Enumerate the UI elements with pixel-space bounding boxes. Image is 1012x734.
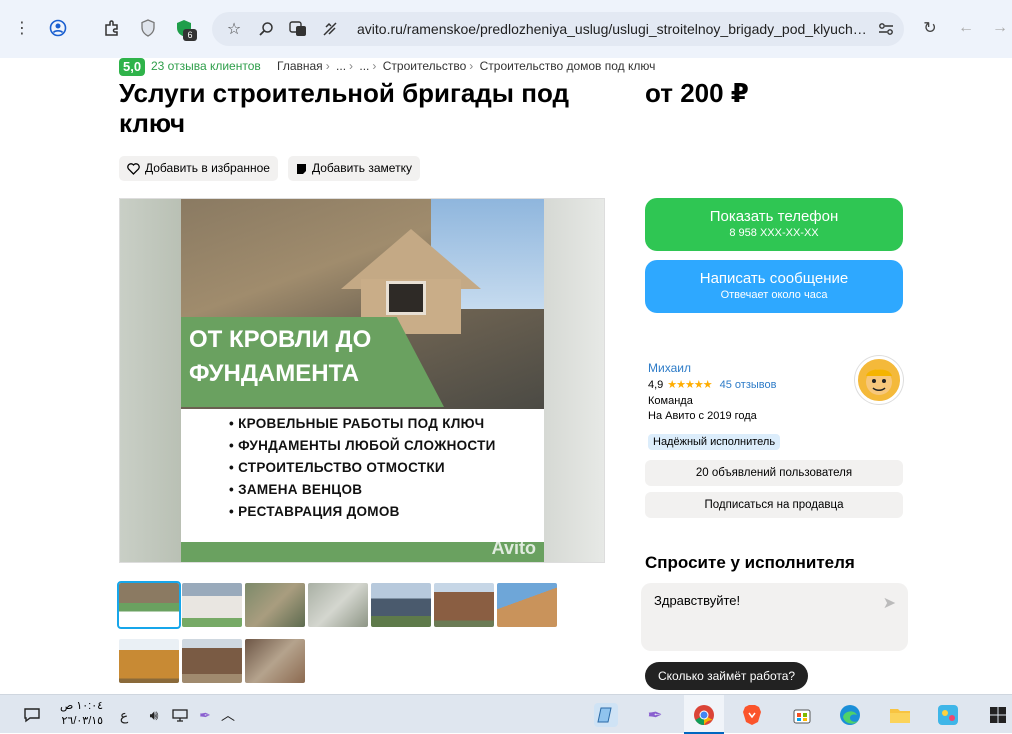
address-bar[interactable]: ☆ avito.ru/ramenskoe/predlozheniya_uslug… (212, 12, 904, 46)
edge-icon[interactable] (838, 703, 862, 727)
bookmark-star-icon[interactable]: ☆ (222, 17, 246, 41)
services-list: КРОВЕЛЬНЫЕ РАБОТЫ ПОД КЛЮЧ ФУНДАМЕНТЫ ЛЮ… (229, 413, 496, 523)
translate-icon[interactable] (286, 17, 310, 41)
seller-name[interactable]: Михаил (648, 361, 691, 375)
page-title: Услуги строительной бригады под ключ (119, 78, 569, 138)
service-item: СТРОИТЕЛЬСТВО ОТМОСТКИ (229, 457, 496, 479)
taskbar: ١٠:٠٤ ص ٢٦/٠٣/١٥ ع 🔊︎ ✒ ︿ ✒ (0, 694, 1012, 734)
clock-time: ١٠:٠٤ ص (60, 700, 104, 712)
game-app-icon[interactable] (936, 703, 960, 727)
note-icon (297, 163, 306, 174)
network-icon[interactable] (168, 703, 192, 727)
reviews-link[interactable]: 23 отзыва клиентов (151, 59, 261, 73)
notepad-icon[interactable] (594, 703, 618, 727)
house-window (386, 281, 426, 315)
brave-icon[interactable] (740, 703, 764, 727)
seller-type: Команда (648, 395, 693, 407)
url-text[interactable]: avito.ru/ramenskoe/predlozheniya_uslug/u… (357, 21, 867, 37)
thumbnail[interactable] (182, 583, 242, 627)
clock[interactable]: ١٠:٠٤ ص ٢٦/٠٣/١٥ (60, 699, 103, 729)
page-content: 5,0 23 отзыва клиентов Главная › ... › ...… (0, 58, 1012, 694)
subscribe-seller-button[interactable]: Подписаться на продавца (645, 492, 903, 518)
zoom-icon[interactable] (254, 17, 278, 41)
seller-listings-button[interactable]: 20 объявлений пользователя (645, 460, 903, 486)
avito-watermark: Avito (491, 538, 536, 558)
breadcrumb-item[interactable]: ... (359, 59, 369, 73)
ask-message-input[interactable]: Здравствуйте! ➤ (641, 583, 908, 651)
file-explorer-icon[interactable] (888, 703, 912, 727)
ask-message-text[interactable]: Здравствуйте! (654, 593, 740, 608)
add-note-button[interactable]: Добавить заметку (288, 156, 420, 181)
windows-start-icon[interactable] (986, 703, 1010, 727)
tune-icon[interactable] (874, 17, 898, 41)
seller-avatar[interactable] (855, 356, 903, 404)
service-item: КРОВЕЛЬНЫЕ РАБОТЫ ПОД КЛЮЧ (229, 413, 496, 435)
thumbnail[interactable] (119, 639, 179, 683)
star-rating-icon: ★★★★★ (667, 379, 712, 391)
add-favorite-label: Добавить в избранное (145, 161, 270, 175)
quick-question-chip[interactable]: Сколько займёт работа? (645, 662, 809, 690)
feather-icon[interactable]: ✒ (193, 703, 217, 727)
chevron-up-icon[interactable]: ︿ (216, 703, 240, 727)
profile-icon[interactable] (46, 16, 70, 40)
menu-dots-icon[interactable]: ⋮ (10, 16, 34, 40)
chrome-icon[interactable] (692, 703, 716, 727)
heart-icon (127, 162, 140, 175)
shield-extension-icon[interactable] (136, 16, 160, 40)
browser-toolbar: ⋮ 6 ☆ avito.ru/ramenskoe/predlozheniya_u… (0, 0, 1012, 58)
service-item: РЕСТАВРАЦИЯ ДОМОВ (229, 501, 496, 523)
quill-app-icon[interactable]: ✒ (643, 703, 667, 727)
bottom-strip (181, 542, 544, 562)
breadcrumb-construction[interactable]: Строительство (383, 59, 467, 73)
thumbnail[interactable] (371, 583, 431, 627)
extensions-icon[interactable] (100, 16, 124, 40)
ask-section-title: Спросите у исполнителя (645, 553, 855, 572)
reply-time: Отвечает около часа (720, 289, 828, 301)
input-language[interactable]: ع (112, 703, 136, 727)
breadcrumb-home[interactable]: Главная (277, 59, 323, 73)
site-settings-icon[interactable] (318, 17, 342, 41)
gallery-next-area[interactable] (542, 199, 604, 562)
seller-rating-value: 4,9 (648, 379, 664, 391)
seller-since: На Авито с 2019 года (648, 410, 757, 422)
service-item: ФУНДАМЕНТЫ ЛЮБОЙ СЛОЖНОСТИ (229, 435, 496, 457)
add-note-label: Добавить заметку (312, 161, 412, 175)
thumbnail[interactable] (308, 583, 368, 627)
thumbnail[interactable] (245, 639, 305, 683)
seller-reviews-link[interactable]: 45 отзывов (720, 379, 777, 391)
service-item: ЗАМЕНА ВЕНЦОВ (229, 479, 496, 501)
notification-icon[interactable] (20, 703, 44, 727)
gallery-prev-area[interactable] (120, 199, 182, 562)
extension-badge-count: 6 (183, 29, 197, 41)
breadcrumb: Главная › ... › ... › Строительство › Строит… (277, 59, 656, 73)
thumbnail[interactable] (117, 581, 181, 629)
reliable-badge: Надёжный исполнитель (648, 434, 781, 450)
volume-icon[interactable]: 🔊︎ (142, 703, 166, 727)
reload-icon[interactable]: ↻ (918, 16, 942, 40)
write-message-label: Написать сообщение (699, 270, 849, 287)
thumbnail[interactable] (497, 583, 557, 627)
breadcrumb-house-building[interactable]: Строительство домов под ключ (480, 59, 656, 73)
main-photo[interactable]: ОТ КРОВЛИ ДО ФУНДАМЕНТА КРОВЕЛЬНЫЕ РАБОТ… (181, 199, 544, 562)
price: от 200 ₽ (645, 78, 749, 108)
clock-date: ٢٦/٠٣/١٥ (61, 715, 104, 727)
rating-badge: 5,0 (119, 58, 146, 76)
seller-rating-row: 4,9 ★★★★★ 45 отзывов (648, 378, 776, 391)
photo-headline: ОТ КРОВЛИ ДО ФУНДАМЕНТА (189, 326, 372, 387)
breadcrumb-item[interactable]: ... (336, 59, 346, 73)
phone-masked: 8 958 XXX-XX-XX (729, 227, 819, 239)
show-phone-button[interactable]: Показать телефон 8 958 XXX-XX-XX (645, 198, 903, 251)
show-phone-label: Показать телефон (709, 208, 839, 225)
photo-gallery[interactable]: ОТ КРОВЛИ ДО ФУНДАМЕНТА КРОВЕЛЬНЫЕ РАБОТ… (119, 198, 605, 563)
thumbnail[interactable] (182, 639, 242, 683)
write-message-button[interactable]: Написать сообщение Отвечает около часа (645, 260, 903, 313)
thumbnail[interactable] (434, 583, 494, 627)
forward-icon[interactable]: → (988, 16, 1012, 40)
thumbnail[interactable] (245, 583, 305, 627)
send-icon[interactable]: ➤ (883, 593, 896, 613)
back-icon[interactable]: ← (954, 16, 978, 40)
store-icon[interactable] (790, 703, 814, 727)
add-favorite-button[interactable]: Добавить в избранное (119, 156, 278, 181)
